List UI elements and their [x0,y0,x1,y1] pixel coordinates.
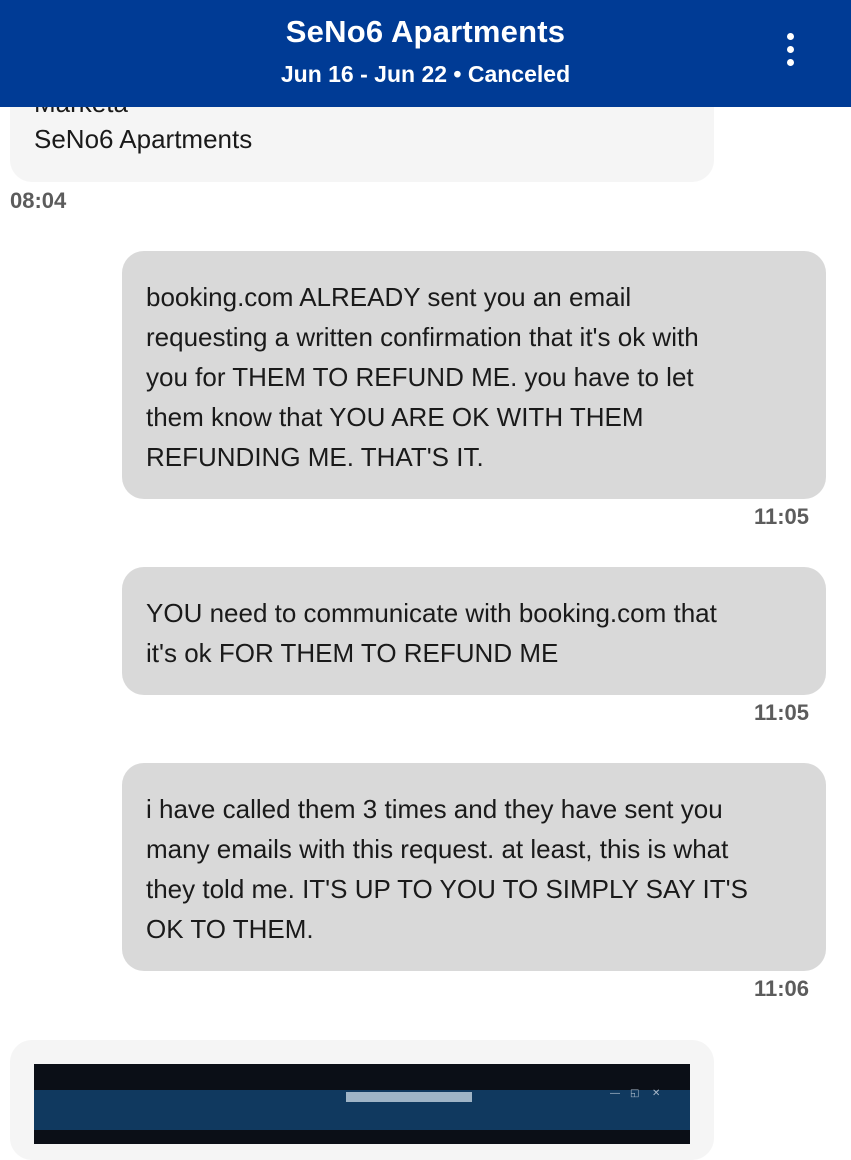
minimize-icon: — [610,1088,620,1099]
more-options-icon[interactable] [770,24,810,74]
attachment-message-bubble: — ◱ ✕ [10,1040,714,1160]
close-icon: ✕ [652,1088,661,1099]
message-line: booking.com ALREADY sent you an email [146,282,632,312]
guest-message-bubble: i have called them 3 times and they have… [122,763,826,971]
message-timestamp: 08:04 [10,188,67,213]
message-line: it's ok FOR THEM TO REFUND ME [146,638,559,668]
property-title: SeNo6 Apartments [285,14,566,49]
reservation-status: Jun 16 - Jun 22 • Canceled [280,61,571,87]
screenshot-attachment-thumbnail[interactable]: — ◱ ✕ [34,1064,690,1144]
message-line: requesting a written confirmation that i… [146,322,699,352]
menu-dot [786,32,794,40]
menu-dot [786,58,794,66]
message-line: YOU need to communicate with booking.com… [146,598,717,628]
menu-dot [786,45,794,53]
message-line: them know that YOU ARE OK WITH THEM [146,402,644,432]
message-line: REFUNDING ME. THAT'S IT. [146,442,484,472]
host-property-name: SeNo6 Apartments [34,124,253,154]
message-line: i have called them 3 times and they have… [146,794,723,824]
message-timestamp: 11:05 [753,504,809,529]
message-timestamp: 11:05 [753,700,809,725]
guest-message-bubble: YOU need to communicate with booking.com… [122,567,826,695]
message-line: OK TO THEM. [146,914,314,944]
thumbnail-title-bar [346,1092,472,1102]
message-line: many emails with this request. at least,… [146,834,729,864]
conversation-header: SeNo6 Apartments Jun 16 - Jun 22 • Cance… [0,0,851,107]
message-line: you for THEM TO REFUND ME. you have to l… [146,362,694,392]
message-line: they told me. IT'S UP TO YOU TO SIMPLY S… [146,874,748,904]
restore-icon: ◱ [630,1088,640,1099]
guest-message-bubble: booking.com ALREADY sent you an email re… [122,251,826,499]
message-timestamp: 11:06 [753,976,809,1001]
